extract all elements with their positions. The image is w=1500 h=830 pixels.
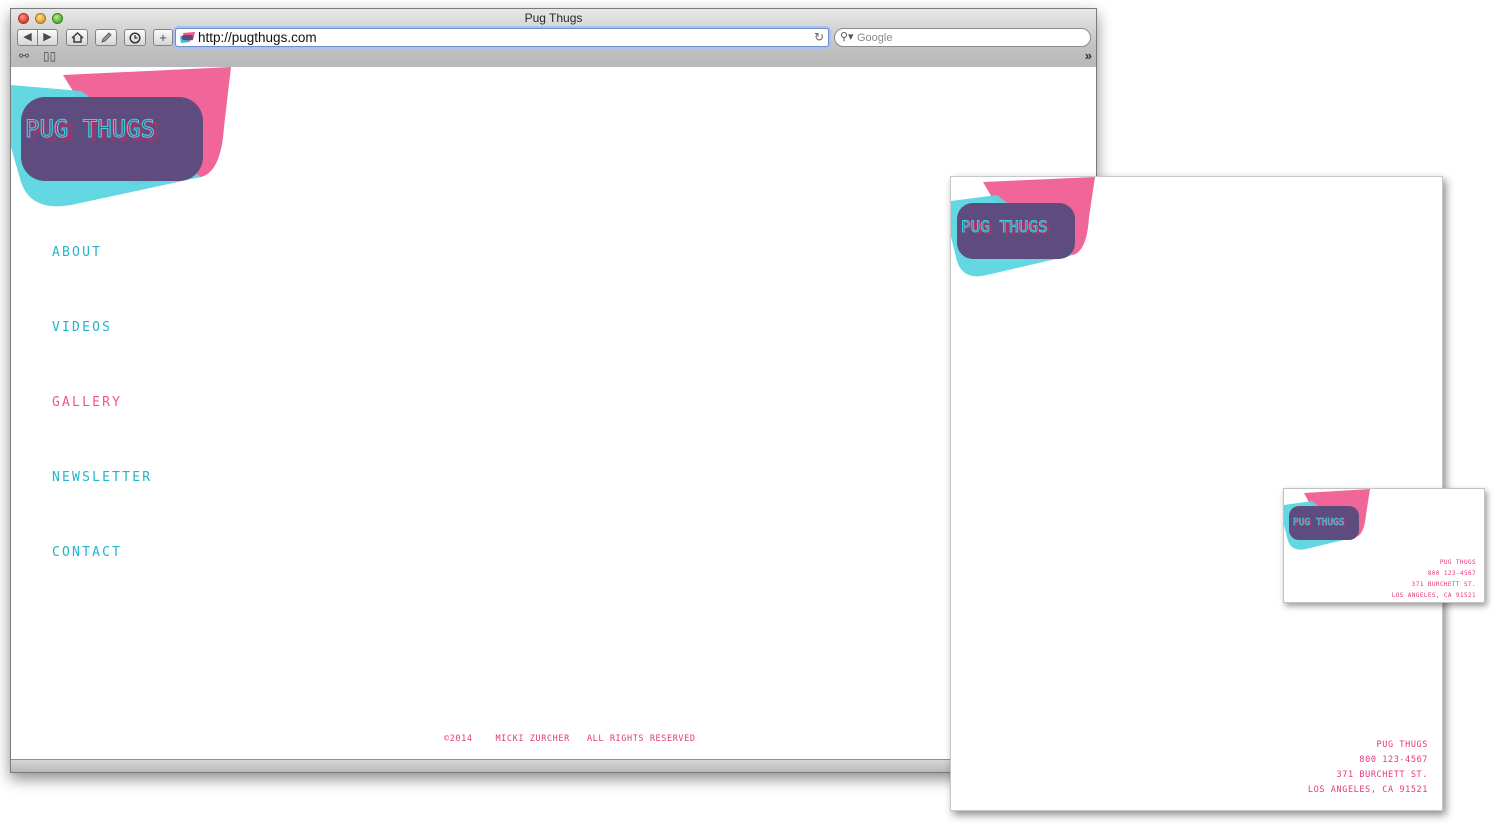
business-card-address: PUG THUGS 800 123-4567 371 BURCHETT ST. … bbox=[1392, 557, 1476, 601]
footer-copyright: ©2014 bbox=[444, 734, 473, 744]
nav-about[interactable]: ABOUT bbox=[52, 245, 102, 260]
letterhead-address-line: LOS ANGELES, CA 91521 bbox=[1307, 785, 1428, 795]
window-title: Pug Thugs bbox=[524, 11, 583, 25]
letterhead-address: PUG THUGS 800 123-4567 371 BURCHETT ST. … bbox=[1308, 738, 1428, 798]
nav-newsletter[interactable]: NEWSLETTER bbox=[52, 470, 152, 485]
search-placeholder: Google bbox=[857, 32, 893, 44]
back-button[interactable]: ◀ bbox=[17, 29, 38, 46]
bookmarks-book-icon[interactable]: ▯▯ bbox=[43, 49, 56, 63]
reload-icon[interactable]: ↻ bbox=[814, 30, 824, 44]
edit-button[interactable] bbox=[95, 29, 117, 46]
home-button[interactable] bbox=[66, 29, 88, 46]
edit-icon bbox=[100, 32, 112, 43]
logo-text: PUG THUGS bbox=[25, 115, 155, 143]
browser-window: Pug Thugs ◀ ▶ + http://pugthugs.com ↻ ⚲▾… bbox=[10, 8, 1097, 773]
browser-toolbar: Pug Thugs ◀ ▶ + http://pugthugs.com ↻ ⚲▾… bbox=[11, 9, 1096, 68]
site-favicon bbox=[180, 32, 195, 43]
search-icon: ⚲▾ bbox=[840, 31, 854, 43]
letterhead-address-line: 800 123-4567 bbox=[1359, 755, 1428, 765]
overflow-chevrons-icon[interactable]: » bbox=[1085, 48, 1092, 63]
nav-videos[interactable]: VIDEOS bbox=[52, 320, 112, 335]
site-logo[interactable]: PUG THUGS PUG THUGS bbox=[11, 67, 241, 212]
nav-contact[interactable]: CONTACT bbox=[52, 545, 122, 560]
letterhead-address-line: PUG THUGS bbox=[1376, 740, 1428, 750]
site-footer: ©2014 MICKI ZURCHER ALL RIGHTS RESERVED bbox=[444, 734, 696, 744]
search-input[interactable]: ⚲▾ Google bbox=[834, 28, 1091, 47]
nav-gallery[interactable]: GALLERY bbox=[52, 395, 122, 410]
business-card-logo: PUG THUGS PUG THUGS bbox=[1284, 489, 1370, 550]
footer-author: MICKI ZURCHER bbox=[495, 734, 570, 744]
back-icon: ◀ bbox=[23, 31, 32, 43]
business-card-address-line: 371 BURCHETT ST. bbox=[1411, 581, 1476, 588]
home-icon bbox=[70, 32, 84, 43]
footer-rights: ALL RIGHTS RESERVED bbox=[586, 734, 696, 744]
business-card-mockup: PUG THUGS PUG THUGS PUG THUGS 800 123-45… bbox=[1283, 488, 1485, 603]
letterhead-logo: PUG THUGS PUG THUGS bbox=[951, 177, 1095, 277]
add-tab-icon: + bbox=[159, 30, 167, 45]
forward-button[interactable]: ▶ bbox=[37, 29, 58, 46]
forward-icon: ▶ bbox=[43, 31, 52, 43]
letterhead-logo-text: PUG THUGS bbox=[961, 217, 1048, 236]
page-content: PUG THUGS PUG THUGS ABOUT VIDEOS GALLERY… bbox=[11, 67, 1096, 760]
add-tab-button[interactable]: + bbox=[153, 29, 173, 46]
business-card-address-line: PUG THUGS bbox=[1439, 559, 1476, 566]
status-bar bbox=[11, 759, 1096, 772]
history-button[interactable] bbox=[124, 29, 146, 46]
letterhead-address-line: 371 BURCHETT ST. bbox=[1336, 770, 1428, 780]
url-bar[interactable]: http://pugthugs.com ↻ bbox=[175, 28, 829, 47]
reading-glasses-icon[interactable]: ⚯ bbox=[19, 49, 29, 63]
history-icon bbox=[129, 31, 141, 44]
business-card-address-line: LOS ANGELES, CA 91521 bbox=[1391, 592, 1476, 599]
business-card-address-line: 800 123-4567 bbox=[1427, 570, 1476, 577]
business-card-logo-text: PUG THUGS bbox=[1293, 517, 1345, 528]
url-text: http://pugthugs.com bbox=[198, 30, 317, 45]
